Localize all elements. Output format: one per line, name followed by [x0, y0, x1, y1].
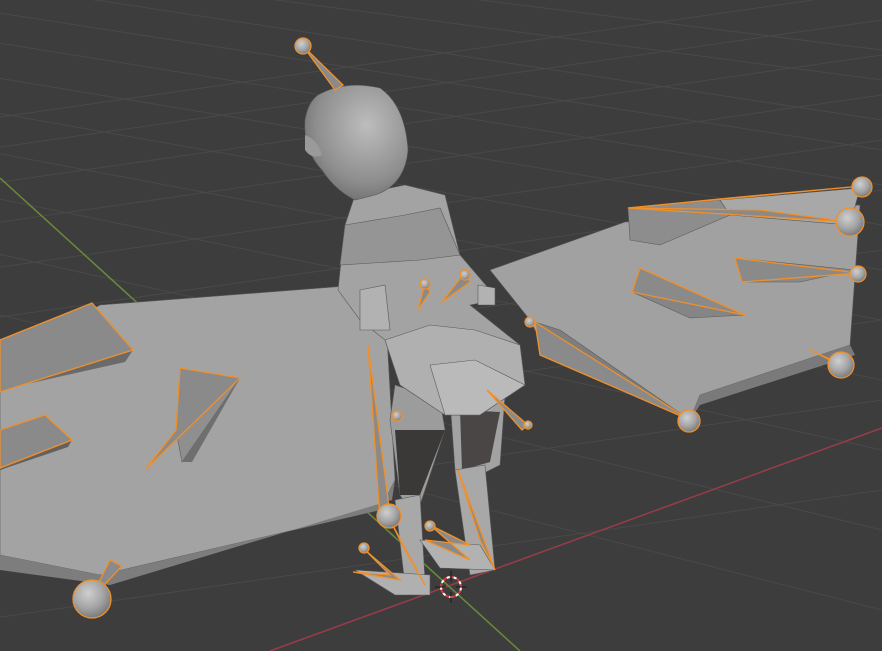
- head[interactable]: [304, 84, 409, 201]
- joint-spine-right[interactable]: [459, 269, 471, 281]
- joint-right-wing-tip[interactable]: [827, 351, 855, 379]
- joint-right-toe[interactable]: [424, 520, 436, 532]
- joint-right-wing-upper[interactable]: [835, 207, 865, 237]
- joint-right-wing-mid[interactable]: [849, 265, 867, 283]
- joint-spine-left[interactable]: [419, 278, 431, 290]
- joint-tail[interactable]: [523, 420, 533, 430]
- joint-left-wing-tip[interactable]: [72, 579, 112, 619]
- bone-head[interactable]: [302, 45, 345, 91]
- 3d-viewport[interactable]: [0, 0, 882, 651]
- joint-head-tip[interactable]: [294, 37, 312, 55]
- joint-left-toe[interactable]: [358, 542, 370, 554]
- joint-right-wing-back[interactable]: [677, 409, 701, 433]
- joint-knee-left[interactable]: [376, 503, 402, 529]
- joint-hip-left[interactable]: [391, 410, 403, 422]
- viewport-canvas[interactable]: [0, 0, 882, 651]
- joint-right-wing-top[interactable]: [851, 176, 873, 198]
- joint-wing-root[interactable]: [524, 316, 536, 328]
- right-wing[interactable]: [489, 187, 861, 421]
